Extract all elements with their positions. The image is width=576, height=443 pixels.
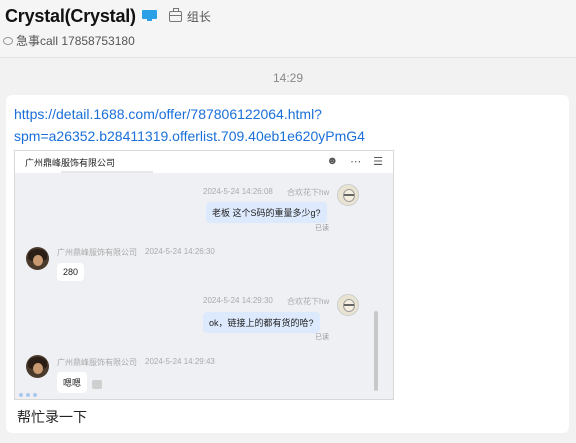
- more-dots-icon: ⋯: [350, 156, 362, 168]
- offer-link[interactable]: https://detail.1688.com/offer/7878061220…: [14, 103, 534, 147]
- avatar: [337, 294, 359, 316]
- avatar: [26, 247, 49, 270]
- emoji-icon: [92, 380, 102, 389]
- computer-monitor-icon: [141, 10, 157, 22]
- msg-time: 2024-5-24 14:26:08: [203, 187, 273, 196]
- screenshot-underline: [61, 171, 153, 173]
- chat-header: Crystal(Crystal) 组长 急事call 17858753180: [0, 0, 576, 58]
- group-tag[interactable]: 组长: [168, 7, 211, 25]
- read-status: 已读: [315, 225, 329, 232]
- msg-time: 2024-5-24 14:29:43: [145, 357, 215, 366]
- screenshot-toolbar: ☻ ⋯ ☰: [327, 155, 383, 168]
- msg-time: 2024-5-24 14:29:30: [203, 296, 273, 305]
- time-divider: 14:29: [272, 71, 304, 85]
- msg-sender: 合欢花下hw: [287, 188, 330, 197]
- chat-screenshot-image[interactable]: 广州鼎峰服饰有限公司 ☻ ⋯ ☰ 2024-5-24 14:26:08 合欢花下…: [14, 150, 394, 400]
- message-bubble[interactable]: https://detail.1688.com/offer/7878061220…: [6, 95, 569, 433]
- group-label: 组长: [186, 9, 211, 24]
- signature-row: 急事call 17858753180: [3, 32, 135, 49]
- screenshot-title: 广州鼎峰服饰有限公司: [25, 158, 116, 168]
- title-row: Crystal(Crystal) 组长: [5, 4, 211, 28]
- msg-sender: 广州鼎峰服饰有限公司: [57, 358, 137, 367]
- menu-icon: ☰: [373, 156, 383, 168]
- screenshot-header: 广州鼎峰服饰有限公司 ☻ ⋯ ☰: [15, 151, 393, 173]
- msg-text: 老板 这个S码的重量多少g?: [206, 202, 327, 223]
- speech-bubble-icon: [3, 36, 13, 45]
- message-caption: 帮忙录一下: [17, 409, 87, 425]
- msg-text: 280: [57, 263, 85, 281]
- msg-text: 嗯嗯: [57, 372, 88, 393]
- msg-sender: 合欢花下hw: [287, 297, 330, 306]
- msg-sender: 广州鼎峰服饰有限公司: [57, 248, 137, 257]
- screenshot-scrollbar: [374, 311, 378, 391]
- avatar: [26, 355, 49, 378]
- avatar: [337, 184, 359, 206]
- msg-text: ok，链接上的都有货的哈?: [203, 312, 320, 333]
- loading-dots: [19, 393, 37, 397]
- briefcase-icon: [168, 7, 182, 22]
- read-status: 已读: [315, 334, 329, 341]
- signature-text: 急事call 17858753180: [16, 34, 135, 48]
- person-icon: ☻: [326, 155, 339, 167]
- msg-time: 2024-5-24 14:26:30: [145, 247, 215, 256]
- contact-name[interactable]: Crystal(Crystal): [5, 6, 136, 27]
